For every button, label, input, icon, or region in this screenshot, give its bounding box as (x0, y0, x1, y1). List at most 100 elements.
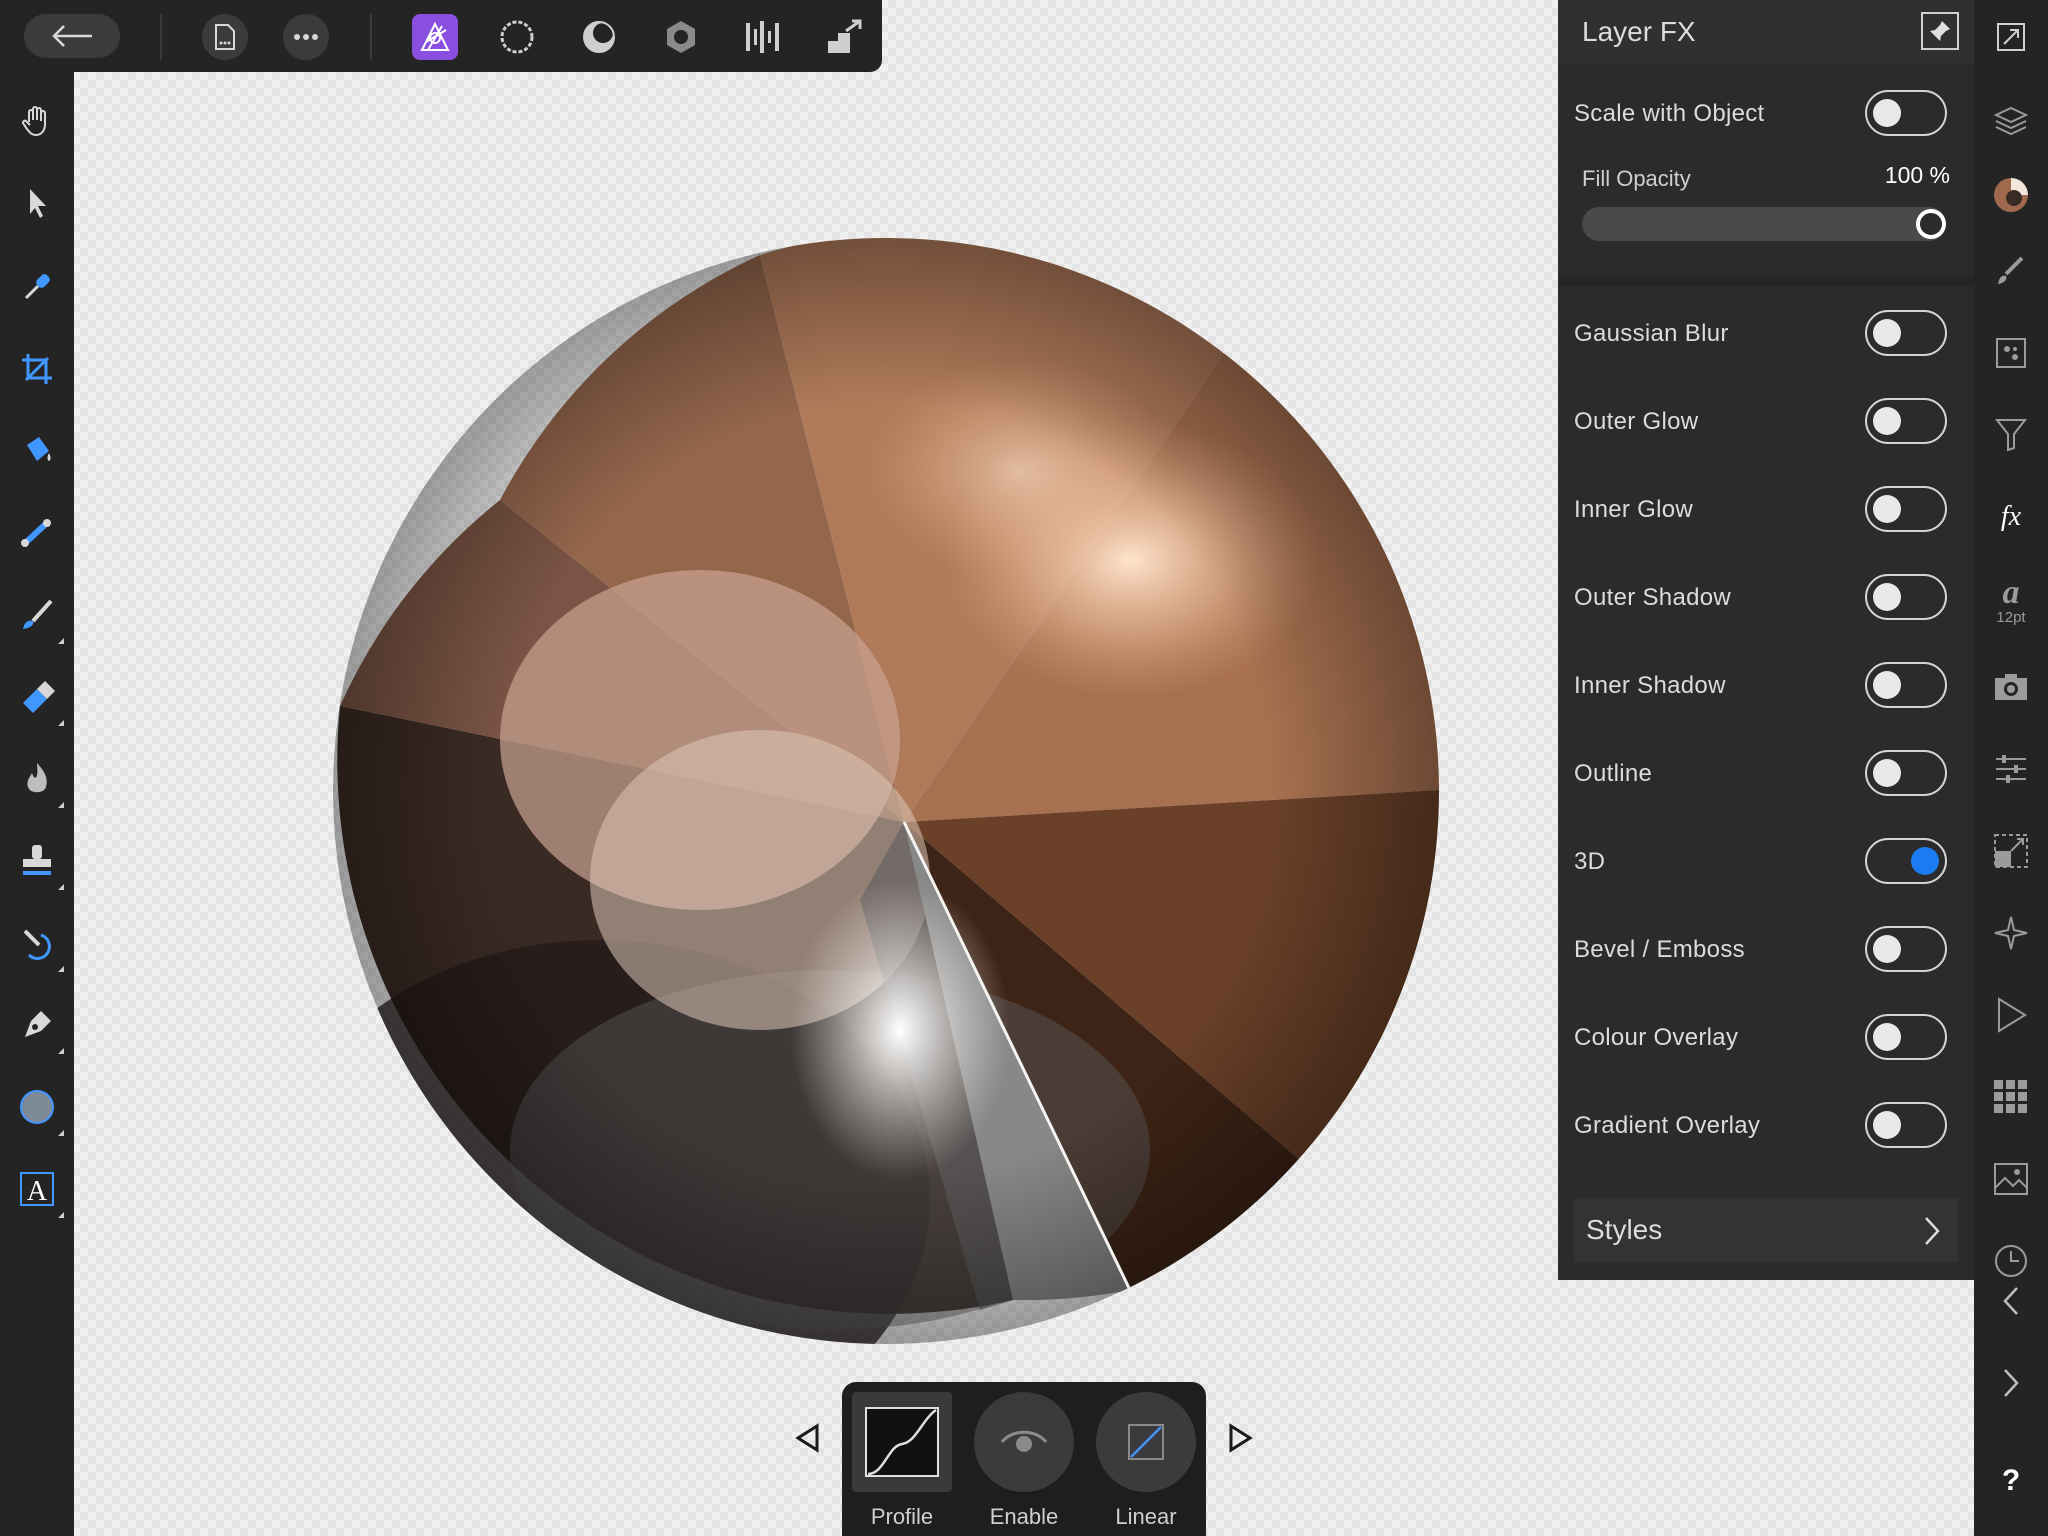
swatches-studio-button[interactable] (1990, 1076, 2032, 1118)
develop-persona-button[interactable] (576, 14, 622, 60)
adjustments-studio-button[interactable] (1990, 332, 2032, 374)
styles-label: Styles (1586, 1214, 1663, 1245)
stock-studio-button[interactable] (1990, 1158, 2032, 1200)
colour-studio-button[interactable] (1990, 174, 2032, 216)
navigator-studio-button[interactable] (1990, 912, 2032, 954)
tone-mapping-persona-button[interactable] (658, 14, 704, 60)
tool-group-indicator (58, 1048, 64, 1054)
collapse-left-button[interactable] (1990, 1280, 2032, 1322)
svg-text:a: a (2003, 575, 2020, 609)
toggle-knob (1873, 759, 1901, 787)
grid-icon (1994, 1080, 2027, 1113)
chevron-right-icon (1925, 1217, 1940, 1245)
crop-tool-icon[interactable] (14, 346, 60, 392)
tool-group-indicator (58, 802, 64, 808)
outer-glow-toggle[interactable] (1865, 398, 1947, 444)
fill-opacity-label: Fill Opacity (1582, 166, 1691, 191)
brushes-studio-button[interactable] (1990, 250, 2032, 292)
gradient-tool-icon[interactable] (14, 510, 60, 556)
toggle-knob (1873, 319, 1901, 347)
svg-text:A: A (27, 1176, 48, 1207)
outer-shadow-toggle[interactable] (1865, 574, 1947, 620)
chevron-left-icon (2003, 1287, 2018, 1315)
collapse-right-button[interactable] (1990, 1362, 2032, 1404)
toolbar-separator (370, 14, 372, 60)
export-persona-icon (746, 21, 779, 53)
inpainting-icon[interactable] (14, 920, 60, 966)
layers-studio-button[interactable] (1990, 100, 2032, 142)
effect-label: 3D (1574, 848, 1606, 875)
document-button[interactable] (202, 14, 248, 60)
top-toolbar (0, 0, 882, 72)
fullscreen-button[interactable] (1990, 16, 2032, 58)
pen-tool-icon[interactable] (14, 1002, 60, 1048)
tool-group-indicator (58, 966, 64, 972)
export-persona-button[interactable] (740, 14, 786, 60)
profile-button[interactable] (852, 1392, 952, 1492)
bevel-emboss-toggle[interactable] (1865, 926, 1947, 972)
liquify-persona-icon (500, 20, 534, 54)
gaussian-blur-toggle[interactable] (1865, 310, 1947, 356)
linear-button[interactable] (1096, 1392, 1196, 1492)
profile-curve-icon (865, 1407, 939, 1477)
gradient-overlay-toggle[interactable] (1865, 1102, 1947, 1148)
layer-fx-panel: Layer FX Scale with Object Fill Opacity … (1558, 0, 1974, 1280)
scale-with-object-toggle[interactable] (1865, 90, 1947, 136)
ellipse-tool-icon[interactable] (14, 1084, 60, 1130)
back-button[interactable] (24, 14, 120, 58)
paint-brush-icon[interactable] (14, 592, 60, 638)
context-next-button[interactable] (1220, 1418, 1260, 1458)
text-styles-studio-button[interactable]: a 12pt (1990, 570, 2032, 630)
context-prev-button[interactable] (788, 1418, 828, 1458)
3d-toggle[interactable] (1865, 838, 1947, 884)
inner-glow-toggle[interactable] (1865, 486, 1947, 532)
text-tool-icon[interactable]: A (14, 1166, 60, 1212)
history-studio-button[interactable] (1990, 1240, 2032, 1282)
document-icon (215, 24, 235, 50)
inner-shadow-toggle[interactable] (1865, 662, 1947, 708)
toolbar-separator (160, 14, 162, 60)
effect-row-gaussian-blur: Gaussian Blur (1558, 298, 1974, 370)
fx-studio-button[interactable]: fx (1990, 496, 2032, 538)
transform-studio-button[interactable] (1990, 830, 2032, 872)
pin-button[interactable] (1921, 12, 1959, 50)
liquify-persona-button[interactable] (494, 14, 540, 60)
help-button[interactable]: ? (1990, 1460, 2032, 1502)
fill-opacity-slider-handle[interactable] (1916, 209, 1946, 239)
outline-toggle[interactable] (1865, 750, 1947, 796)
photo-persona-button[interactable] (412, 14, 458, 60)
enable-button[interactable] (974, 1392, 1074, 1492)
flood-fill-icon[interactable] (14, 428, 60, 474)
effect-row-inner-shadow: Inner Shadow (1558, 650, 1974, 722)
macro-icon (828, 19, 862, 53)
triangle-left-icon (795, 1423, 819, 1453)
clone-stamp-icon[interactable] (14, 838, 60, 884)
colour-overlay-toggle[interactable] (1865, 1014, 1947, 1060)
gradient-disc[interactable] (270, 230, 1440, 1460)
help-icon: ? (2001, 1464, 2021, 1497)
tone-mapping-persona-icon (667, 21, 695, 53)
effect-row-inner-glow: Inner Glow (1558, 474, 1974, 546)
scale-with-object-label: Scale with Object (1574, 100, 1765, 127)
toggle-knob (1873, 1111, 1901, 1139)
color-picker-icon[interactable] (14, 264, 60, 310)
eraser-icon[interactable] (14, 674, 60, 720)
toggle-knob (1873, 1023, 1901, 1051)
context-toolbar: Profile Enable Linear (842, 1382, 1206, 1536)
fill-opacity-slider[interactable] (1582, 207, 1946, 241)
dodge-burn-icon[interactable] (14, 756, 60, 802)
toggle-knob (1911, 847, 1939, 875)
enable-label: Enable (989, 1504, 1059, 1529)
tool-group-indicator (58, 638, 64, 644)
macro-studio-button[interactable] (1990, 994, 2032, 1036)
move-tool-icon[interactable] (14, 180, 60, 226)
more-button[interactable] (283, 14, 329, 60)
sliders-studio-button[interactable] (1990, 748, 2032, 790)
play-icon (1998, 997, 2027, 1033)
filters-studio-button[interactable] (1990, 414, 2032, 456)
macro-button[interactable] (822, 14, 868, 60)
styles-button[interactable]: Styles (1574, 1198, 1958, 1262)
effect-row-3d: 3D (1558, 826, 1974, 898)
camera-studio-button[interactable] (1990, 666, 2032, 708)
hand-tool-icon[interactable] (14, 98, 60, 144)
